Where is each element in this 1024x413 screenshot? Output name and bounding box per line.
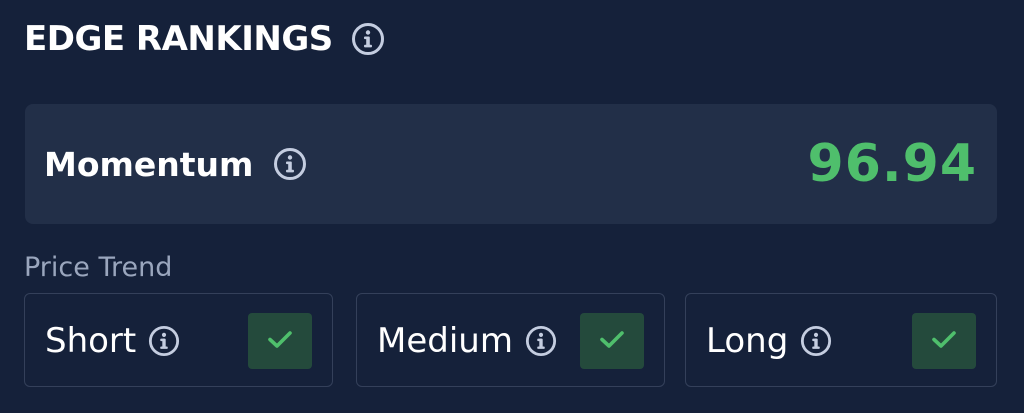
edge-rankings-header: EDGE RANKINGS xyxy=(24,16,385,62)
info-icon[interactable] xyxy=(351,22,385,56)
check-icon xyxy=(267,329,293,353)
trend-label-short: Short xyxy=(45,321,137,361)
long-check-badge xyxy=(912,313,976,369)
short-info-icon[interactable] xyxy=(148,325,180,357)
check-icon xyxy=(931,329,957,353)
price-trend-row: Short Medium Long xyxy=(24,293,997,389)
medium-info-icon[interactable] xyxy=(525,325,557,357)
page-title: EDGE RANKINGS xyxy=(24,19,333,59)
check-icon xyxy=(599,329,625,353)
trend-card-short: Short xyxy=(24,293,333,387)
trend-label-long: Long xyxy=(706,321,789,361)
momentum-score: 96.94 xyxy=(807,134,977,194)
trend-label-medium: Medium xyxy=(377,321,513,361)
trend-card-long: Long xyxy=(685,293,997,387)
momentum-card: Momentum 96.94 xyxy=(25,104,997,224)
short-check-badge xyxy=(248,313,312,369)
momentum-info-icon[interactable] xyxy=(273,147,307,181)
long-info-icon[interactable] xyxy=(800,325,832,357)
price-trend-label: Price Trend xyxy=(24,252,173,283)
momentum-label: Momentum xyxy=(44,144,254,184)
medium-check-badge xyxy=(580,313,644,369)
trend-card-medium: Medium xyxy=(356,293,665,387)
